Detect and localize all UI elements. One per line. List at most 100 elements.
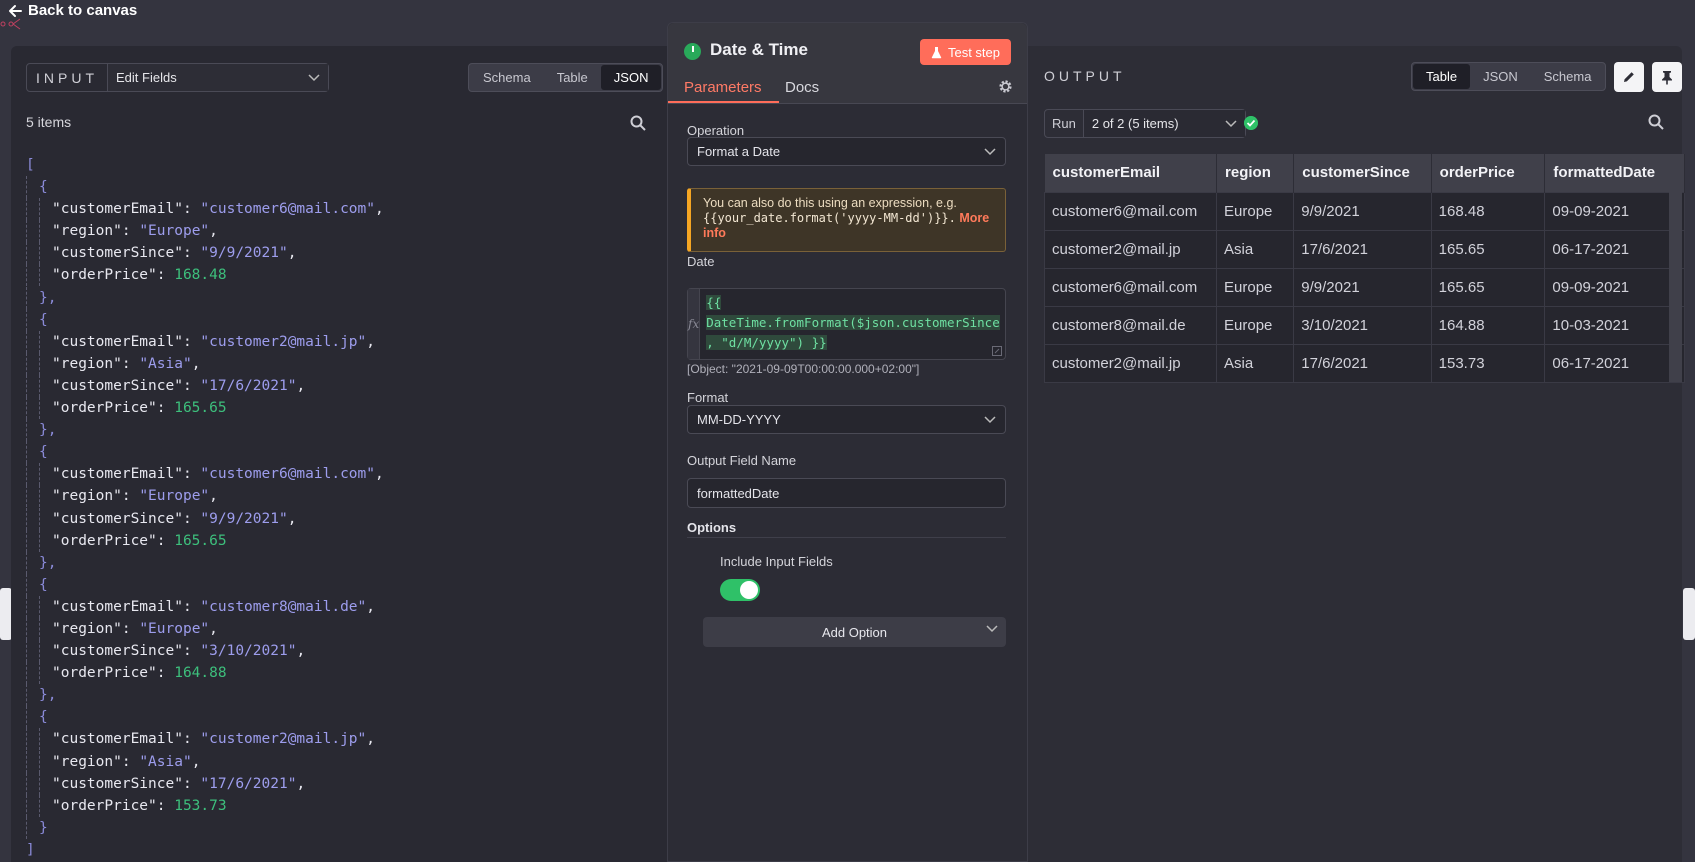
pin-data-button[interactable]	[1652, 62, 1682, 92]
output-tab-table[interactable]: Table	[1413, 64, 1471, 89]
chevron-down-icon	[308, 73, 320, 81]
column-header[interactable]: orderPrice	[1431, 154, 1546, 192]
json-line: "region": "Europe",	[26, 220, 384, 243]
json-line: "customerEmail": "customer6@mail.com",	[26, 198, 384, 221]
table-scrollbar[interactable]	[1669, 154, 1682, 382]
table-cell: 17/6/2021	[1293, 343, 1432, 383]
right-panel-resize-handle[interactable]	[1683, 588, 1695, 640]
input-label: INPUT	[27, 64, 108, 91]
json-key: "orderPrice":	[52, 267, 175, 284]
json-line: {	[26, 573, 384, 596]
format-select[interactable]: MM-DD-YYYY	[687, 405, 1006, 434]
column-header[interactable]: region	[1216, 154, 1295, 192]
json-value: "Europe"	[139, 488, 210, 505]
json-line: },	[26, 684, 384, 707]
input-node-picker: INPUT Edit Fields	[26, 63, 329, 92]
format-label: Format	[687, 390, 729, 405]
indent-guide	[39, 617, 52, 640]
include-input-toggle[interactable]	[720, 579, 760, 601]
json-object-open: {	[39, 311, 48, 328]
input-tab-schema[interactable]: Schema	[470, 65, 544, 90]
indent-guide	[39, 264, 52, 287]
column-header[interactable]: formattedDate	[1544, 154, 1685, 192]
json-key: "orderPrice":	[52, 532, 175, 549]
column-header[interactable]: customerEmail	[1044, 154, 1218, 192]
notice-text: You can also do this using an expression…	[703, 196, 957, 210]
tab-parameters[interactable]: Parameters	[684, 79, 762, 96]
input-tab-json[interactable]: JSON	[600, 65, 662, 90]
gear-icon[interactable]	[998, 79, 1013, 94]
indent-guide	[26, 617, 39, 640]
json-line: "orderPrice": 164.88	[26, 662, 384, 685]
json-key: "customerEmail":	[52, 333, 201, 350]
json-key: "customerEmail":	[52, 466, 201, 483]
json-array-close: ]	[26, 841, 35, 858]
json-value: "17/6/2021"	[200, 377, 297, 394]
json-value: "9/9/2021"	[200, 510, 288, 527]
json-value: 153.73	[174, 797, 227, 814]
date-expression-result: [Object: "2021-09-09T00:00:00.000+02:00"…	[687, 362, 920, 376]
output-field-input[interactable]: formattedDate	[687, 478, 1006, 508]
json-value: "customer2@mail.jp"	[200, 731, 367, 748]
indent-guide	[39, 352, 52, 375]
json-value: "Asia"	[139, 355, 192, 372]
json-comma: ,	[209, 488, 218, 505]
indent-guide	[26, 772, 39, 795]
json-key: "customerSince":	[52, 510, 201, 527]
indent-guide	[26, 529, 39, 552]
indent-guide	[26, 684, 39, 707]
table-cell: Europe	[1216, 267, 1295, 307]
date-label: Date	[687, 254, 715, 269]
table-cell: 06-17-2021	[1544, 343, 1685, 383]
test-step-button[interactable]: Test step	[919, 39, 1011, 65]
search-icon[interactable]	[630, 115, 646, 131]
json-line: },	[26, 286, 384, 309]
column-header[interactable]: customerSince	[1293, 154, 1432, 192]
arrow-left-icon	[9, 4, 22, 17]
edit-output-button[interactable]	[1614, 62, 1644, 92]
json-comma: ,	[375, 466, 384, 483]
json-comma: ,	[366, 598, 376, 615]
indent-guide	[26, 485, 39, 508]
table-row: customer2@mail.jp Asia 17/6/2021 165.65 06-1…	[1043, 229, 1685, 269]
input-tab-table[interactable]: Table	[544, 65, 601, 90]
indent-guide	[26, 419, 39, 442]
json-comma: ,	[191, 355, 201, 372]
run-select[interactable]: 2 of 2 (5 items)	[1083, 110, 1245, 137]
options-divider	[687, 537, 1006, 538]
tab-docs[interactable]: Docs	[785, 79, 819, 96]
json-key: "region":	[52, 488, 140, 505]
expression-tip-notice: You can also do this using an expression…	[687, 188, 1006, 252]
expand-icon[interactable]	[992, 346, 1002, 356]
table-cell: Asia	[1216, 343, 1295, 383]
pin-icon	[1662, 70, 1672, 84]
json-value: "customer8@mail.de"	[200, 598, 367, 615]
add-option-button[interactable]: Add Option	[703, 617, 1006, 647]
output-tab-schema[interactable]: Schema	[1531, 64, 1605, 89]
date-expression-field[interactable]: fx {{ DateTime.fromFormat($json.customer…	[687, 288, 1006, 360]
output-field-label: Output Field Name	[687, 453, 797, 468]
json-object-open: {	[39, 179, 48, 196]
indent-guide	[26, 286, 39, 309]
back-to-canvas-link[interactable]: Back to canvas	[8, 2, 137, 19]
add-option-label: Add Option	[821, 624, 888, 640]
json-line: [	[26, 154, 384, 176]
json-comma: ,	[296, 775, 306, 792]
indent-guide	[26, 640, 39, 663]
json-key: "region":	[52, 223, 140, 240]
json-key: "customerEmail":	[52, 201, 201, 218]
search-icon[interactable]	[1648, 114, 1664, 130]
operation-select[interactable]: Format a Date	[687, 137, 1006, 166]
output-tab-json[interactable]: JSON	[1470, 64, 1531, 89]
json-key: "orderPrice":	[52, 400, 175, 417]
indent-guide	[26, 397, 39, 420]
table-row: customer6@mail.com Europe 9/9/2021 165.65 09…	[1043, 267, 1685, 307]
json-line: "orderPrice": 165.65	[26, 397, 384, 420]
json-object-close: }	[39, 819, 48, 836]
json-object-open: {	[39, 576, 48, 593]
table-cell: 10-03-2021	[1544, 305, 1685, 345]
json-line: "region": "Asia",	[26, 352, 384, 375]
node-header: Date & Time Test step Parameters Docs	[668, 23, 1027, 104]
input-node-select[interactable]: Edit Fields	[108, 64, 328, 91]
input-view-switcher: Schema Table JSON	[468, 63, 664, 92]
